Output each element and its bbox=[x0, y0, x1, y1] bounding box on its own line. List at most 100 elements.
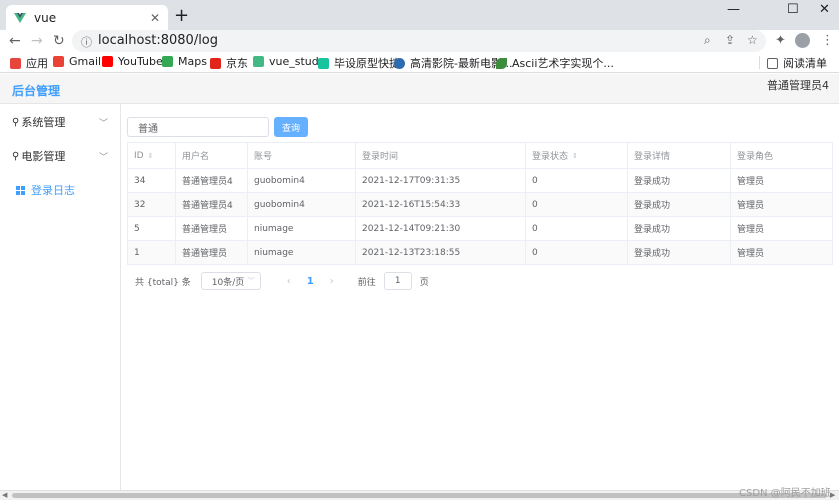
sort-icon[interactable]: ⇕ bbox=[572, 152, 578, 160]
browser-toolbar: ← → ↻ ⓘ localhost:8080/log ⌕ ⇪ ☆ ✦ ⋮ bbox=[0, 30, 839, 52]
bookmark-gmail[interactable]: Gmail bbox=[53, 55, 101, 68]
address-bar[interactable]: ⓘ localhost:8080/log ⌕ ⇪ ☆ bbox=[72, 30, 766, 52]
goto-label: 前往 bbox=[357, 277, 376, 288]
horizontal-scrollbar[interactable]: ◀ ▶ bbox=[0, 490, 839, 500]
watermark: CSDN @阿民不加班 bbox=[739, 488, 831, 499]
column-header-login-time: 登录时间 bbox=[356, 143, 526, 168]
table-header: ID ⇕ 用户名 账号 登录时间 登录状态 ⇕ 登录详情 登录角色 bbox=[127, 143, 833, 169]
reading-list[interactable]: 阅读清单 bbox=[767, 55, 827, 71]
column-header-id[interactable]: ID ⇕ bbox=[127, 143, 176, 168]
cell-login-detail: 登录成功 bbox=[628, 169, 731, 192]
pagination: 共 {total} 条 10条/页 ﹀ ‹ 1 › 前往 1 页 bbox=[135, 272, 429, 290]
next-page-button[interactable]: › bbox=[330, 276, 334, 287]
app-header: 后台管理 普通管理员4 ﹀ bbox=[0, 74, 839, 104]
youtube-icon bbox=[102, 56, 113, 67]
sidebar-item-label: 电影管理 bbox=[21, 150, 66, 163]
grid-icon bbox=[16, 185, 25, 195]
sidebar-item-movies[interactable]: ⚲ 电影管理 ﹀ bbox=[0, 139, 120, 173]
chevron-down-icon: ﹀ bbox=[247, 277, 255, 285]
scrollbar-thumb[interactable] bbox=[12, 493, 827, 498]
url-text: localhost:8080/log bbox=[98, 33, 219, 48]
apps-grid-icon bbox=[10, 57, 21, 69]
bookmark-youtube[interactable]: YouTube bbox=[102, 55, 163, 68]
table-row[interactable]: 32 普通管理员4 guobomin4 2021-12-16T15:54:33 … bbox=[127, 193, 833, 217]
app-title: 后台管理 bbox=[12, 84, 61, 98]
sidebar: ⚲ 系统管理 ﹀ ⚲ 电影管理 ﹀ 登录日志 bbox=[0, 104, 121, 490]
close-window-button[interactable]: ✕ bbox=[819, 2, 830, 17]
login-log-table: ID ⇕ 用户名 账号 登录时间 登录状态 ⇕ 登录详情 登录角色 34 普通管理员… bbox=[127, 142, 833, 265]
cell-id: 32 bbox=[127, 193, 176, 216]
bookmark-prototype[interactable]: 毕设原型快捷 bbox=[318, 55, 400, 71]
cell-account: guobomin4 bbox=[248, 169, 356, 192]
cell-id: 34 bbox=[127, 169, 176, 192]
bookmark-jd[interactable]: 京东 bbox=[210, 55, 248, 71]
minimize-button[interactable]: — bbox=[727, 2, 740, 17]
vue-logo-icon bbox=[14, 12, 26, 23]
back-button[interactable]: ← bbox=[9, 32, 21, 50]
tab-close-icon[interactable]: ✕ bbox=[150, 11, 160, 25]
cell-login-role: 管理员 bbox=[731, 241, 833, 264]
bookmark-maps[interactable]: Maps bbox=[162, 55, 207, 68]
cell-login-status: 0 bbox=[526, 217, 628, 240]
sidebar-item-system[interactable]: ⚲ 系统管理 ﹀ bbox=[0, 105, 120, 139]
column-header-username: 用户名 bbox=[176, 143, 248, 168]
pagination-total: 共 {total} 条 bbox=[135, 277, 191, 288]
tab-title: vue bbox=[34, 10, 57, 25]
sort-icon[interactable]: ⇕ bbox=[148, 152, 154, 160]
cell-login-detail: 登录成功 bbox=[628, 241, 731, 264]
jd-icon bbox=[210, 57, 221, 69]
page-jumper: 前往 1 页 bbox=[358, 272, 429, 290]
gmail-icon bbox=[53, 56, 64, 67]
cell-username: 普通管理员4 bbox=[176, 169, 248, 192]
search-input[interactable] bbox=[127, 117, 269, 137]
location-pin-icon: ⚲ bbox=[12, 150, 20, 162]
zoom-icon[interactable]: ⌕ bbox=[704, 33, 711, 48]
cell-login-role: 管理员 bbox=[731, 169, 833, 192]
main-content: 查询 ID⇕ 用户名 账号 登录时间 登录状态⇕ 登录详情 登录角色 34 普通… bbox=[121, 104, 839, 490]
cell-login-status: 0 bbox=[526, 169, 628, 192]
extensions-icon[interactable]: ✦ bbox=[775, 33, 786, 48]
column-header-login-detail: 登录详情 bbox=[628, 143, 731, 168]
cell-login-time: 2021-12-14T09:21:30 bbox=[356, 217, 526, 240]
chevron-down-icon: ﹀ bbox=[98, 152, 108, 163]
browser-tab[interactable]: vue ✕ bbox=[6, 5, 168, 30]
bookmark-ascii[interactable]: Ascii艺术字实现个... bbox=[496, 55, 614, 71]
bookmark-star-icon[interactable]: ☆ bbox=[747, 33, 758, 47]
scroll-left-icon[interactable]: ◀ bbox=[2, 491, 7, 500]
share-icon[interactable]: ⇪ bbox=[725, 33, 735, 47]
sidebar-item-label: 登录日志 bbox=[31, 184, 75, 197]
maximize-button[interactable]: ☐ bbox=[787, 2, 799, 17]
chevron-down-icon[interactable]: ﹀ bbox=[772, 86, 780, 97]
search-button[interactable]: 查询 bbox=[274, 117, 308, 137]
sidebar-item-login-log[interactable]: 登录日志 bbox=[0, 173, 120, 207]
cell-login-role: 管理员 bbox=[731, 193, 833, 216]
bookmark-vue-study[interactable]: vue_study bbox=[253, 55, 325, 68]
table-row[interactable]: 1 普通管理员 niumage 2021-12-13T23:18:55 0 登录… bbox=[127, 241, 833, 265]
column-header-login-status[interactable]: 登录状态 ⇕ bbox=[526, 143, 628, 168]
prev-page-button[interactable]: ‹ bbox=[287, 276, 291, 287]
sidebar-item-label: 系统管理 bbox=[21, 116, 66, 129]
cell-account: niumage bbox=[248, 217, 356, 240]
column-header-login-role: 登录角色 bbox=[731, 143, 833, 168]
play-icon bbox=[318, 57, 329, 69]
page-number-current[interactable]: 1 bbox=[307, 276, 314, 287]
cell-login-detail: 登录成功 bbox=[628, 193, 731, 216]
cell-login-status: 0 bbox=[526, 241, 628, 264]
cell-id: 5 bbox=[127, 217, 176, 240]
profile-avatar[interactable] bbox=[795, 33, 810, 48]
new-tab-button[interactable]: + bbox=[174, 6, 189, 26]
bookmark-movies[interactable]: 高清影院-最新电影... bbox=[394, 55, 512, 71]
browser-menu-icon[interactable]: ⋮ bbox=[821, 33, 834, 48]
bookmark-apps[interactable]: 应用 bbox=[10, 55, 48, 71]
vue-logo-icon bbox=[253, 56, 264, 67]
forward-button[interactable]: → bbox=[31, 32, 43, 50]
page-size-select[interactable]: 10条/页 ﹀ bbox=[200, 272, 261, 290]
browser-titlebar: vue ✕ + — ☐ ✕ bbox=[0, 0, 839, 30]
goto-page-input[interactable]: 1 bbox=[383, 272, 412, 290]
info-icon[interactable]: ⓘ bbox=[81, 34, 92, 50]
table-row[interactable]: 5 普通管理员 niumage 2021-12-14T09:21:30 0 登录… bbox=[127, 217, 833, 241]
cell-username: 普通管理员4 bbox=[176, 193, 248, 216]
reload-button[interactable]: ↻ bbox=[53, 32, 65, 50]
table-row[interactable]: 34 普通管理员4 guobomin4 2021-12-17T09:31:35 … bbox=[127, 169, 833, 193]
page-size-value: 10条/页 bbox=[211, 277, 245, 288]
